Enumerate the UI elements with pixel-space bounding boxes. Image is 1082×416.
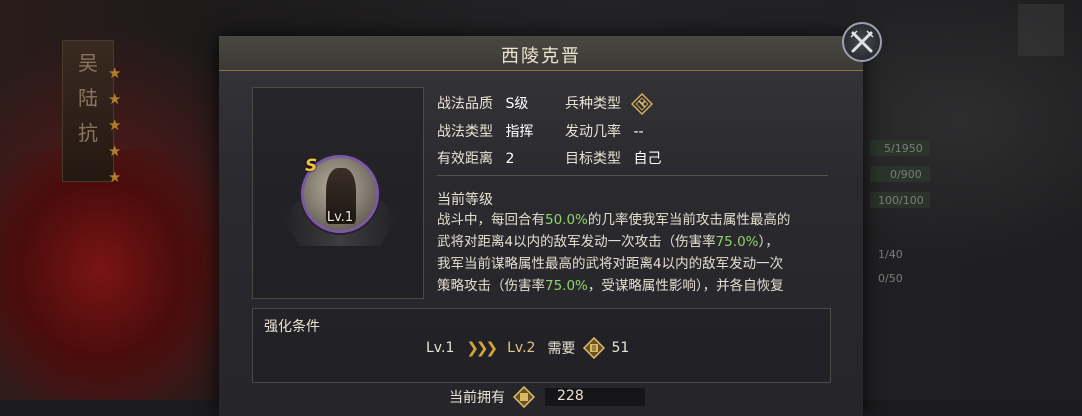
dialog-title: 西陵克晋 xyxy=(501,46,581,67)
background-stat-text: 100/100 xyxy=(878,194,924,207)
star-icon: ★ xyxy=(108,142,122,160)
quality-label: 战法品质 xyxy=(437,96,493,112)
target-type-row: 目标类型 自己 xyxy=(565,148,661,168)
tactic-point-icon xyxy=(583,337,606,359)
owned-label: 当前拥有 xyxy=(449,390,505,406)
troop-type-icon xyxy=(631,93,654,115)
trigger-rate-value: -- xyxy=(633,124,644,140)
tactic-type-row: 战法类型 指挥 xyxy=(437,121,533,141)
owned-row: 当前拥有 228 xyxy=(449,386,645,408)
background-stat-text: 1/40 xyxy=(878,248,903,261)
tactic-description: 战斗中，每回合有50.0%的几率使我军当前攻击属性最高的 武将对距离4以内的敌军… xyxy=(437,209,829,297)
background-stat-text: 0/50 xyxy=(878,272,903,285)
quality-row: 战法品质 S级 xyxy=(437,93,528,113)
star-icon: ★ xyxy=(108,90,122,108)
star-icon: ★ xyxy=(108,64,122,82)
description-line: 策略攻击（伤害率75.0%，受谋略属性影响），并各自恢复 xyxy=(437,278,784,294)
star-icon: ★ xyxy=(108,168,122,186)
background-name-banner: 吴 陆 抗 xyxy=(62,40,114,182)
tactic-type-label: 战法类型 xyxy=(437,124,493,140)
from-level: Lv.1 xyxy=(426,340,455,356)
quality-value: S级 xyxy=(505,96,529,112)
background-banner-char-2: 陆 xyxy=(78,86,98,110)
target-type-value: 自己 xyxy=(633,151,662,167)
highlight-value: 75.0% xyxy=(545,278,588,294)
background-close-button xyxy=(1018,4,1064,56)
target-type-label: 目标类型 xyxy=(565,151,621,167)
enhance-title: 强化条件 xyxy=(264,319,320,335)
description-line: 武将对距离4以内的敌军发动一次攻击（伤害率75.0%）， xyxy=(437,234,779,250)
background-banner-char-3: 抗 xyxy=(78,121,98,145)
dialog-title-bar: 西陵克晋 xyxy=(219,36,863,71)
range-row: 有效距离 2 xyxy=(437,148,514,168)
background-star-rating: ★ ★ ★ ★ ★ xyxy=(108,66,122,196)
trigger-rate-label: 发动几率 xyxy=(565,124,621,140)
close-button[interactable] xyxy=(842,22,882,62)
to-level: Lv.2 xyxy=(507,340,536,356)
need-value: 51 xyxy=(611,340,630,356)
background-stat-text: 5/1950 xyxy=(884,142,923,155)
highlight-value: 50.0% xyxy=(545,212,588,228)
description-line: 战斗中，每回合有50.0%的几率使我军当前攻击属性最高的 xyxy=(437,212,791,228)
trigger-rate-row: 发动几率 -- xyxy=(565,121,644,141)
enhance-requirement: Lv.1 ❯❯❯ Lv.2 需要 51 xyxy=(426,337,629,359)
background-banner-char-1: 吴 xyxy=(78,51,98,75)
tactic-type-value: 指挥 xyxy=(505,124,534,140)
owned-value: 228 xyxy=(557,388,584,404)
owned-value-box: 228 xyxy=(545,388,645,406)
range-label: 有效距离 xyxy=(437,151,493,167)
troop-type-row: 兵种类型 xyxy=(565,93,654,115)
close-x-icon xyxy=(850,30,874,53)
background-stat-text: 0/900 xyxy=(890,168,922,181)
tactic-point-icon xyxy=(513,386,535,408)
chevron-right-icon: ❯❯❯ xyxy=(466,339,498,357)
current-level-title: 当前等级 xyxy=(437,192,493,208)
grade-badge: S xyxy=(305,156,318,176)
highlight-value: 75.0% xyxy=(715,234,759,250)
troop-type-label: 兵种类型 xyxy=(565,96,621,112)
range-value: 2 xyxy=(505,151,515,167)
tactic-level: Lv.1 xyxy=(326,210,354,225)
need-label: 需要 xyxy=(547,341,576,357)
description-line: 我军当前谋略属性最高的武将对距离4以内的敌军发动一次 xyxy=(437,256,784,272)
info-divider xyxy=(437,175,828,176)
star-icon: ★ xyxy=(108,116,122,134)
